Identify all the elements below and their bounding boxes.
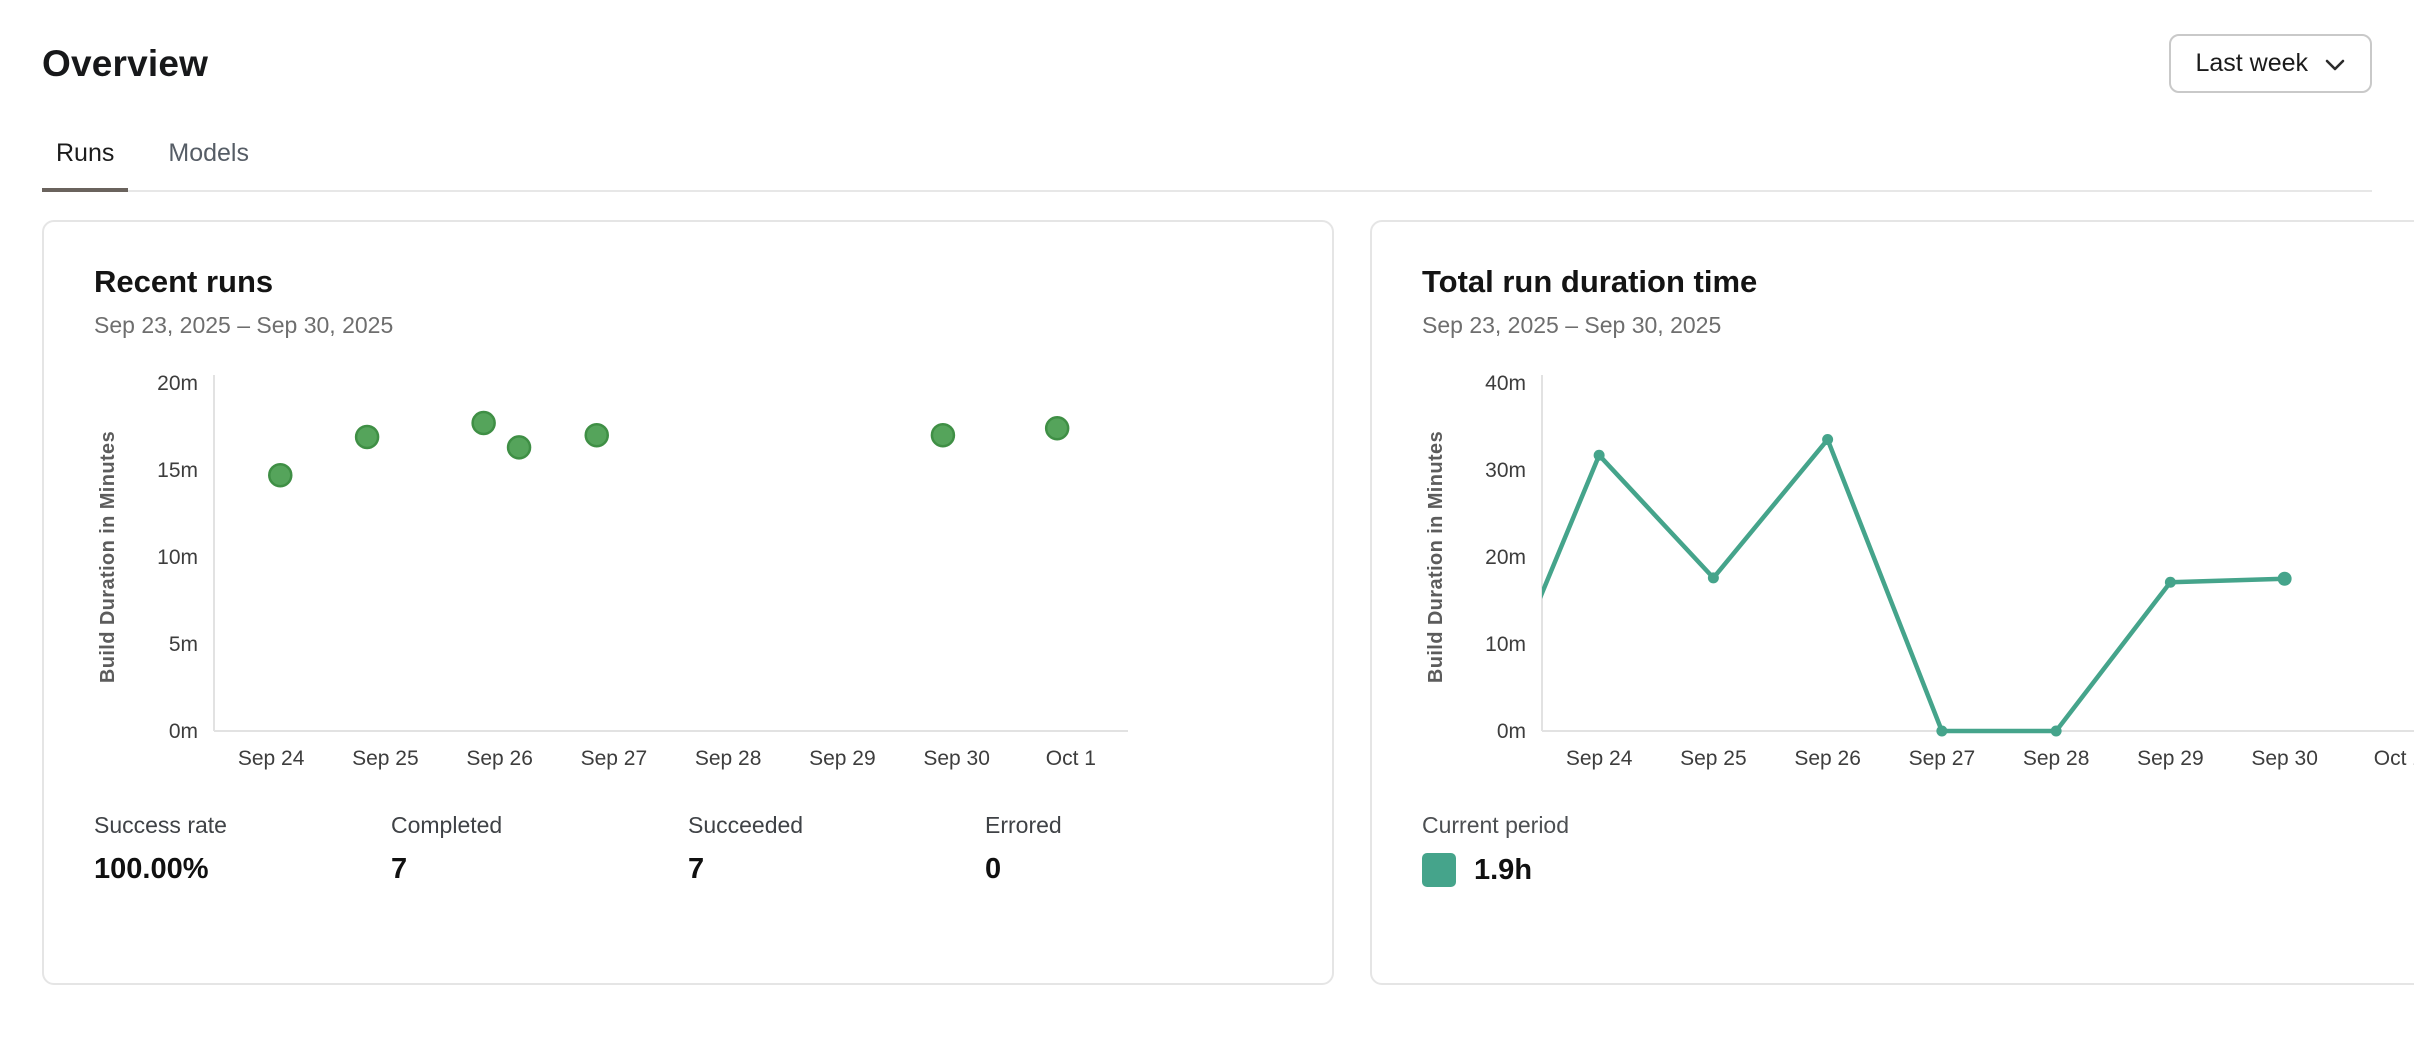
total-run-duration-card: Total run duration time Sep 23, 2025 – S… (1370, 220, 2414, 985)
legend-swatch (1422, 853, 1456, 887)
svg-text:Sep 26: Sep 26 (1794, 747, 1861, 770)
recent-runs-card: Recent runs Sep 23, 2025 – Sep 30, 2025 … (42, 220, 1334, 985)
svg-text:Build Duration in Minutes: Build Duration in Minutes (1425, 431, 1447, 683)
svg-text:0m: 0m (1497, 720, 1526, 743)
svg-text:10m: 10m (157, 546, 198, 569)
stat-succeeded: Succeeded 7 (688, 812, 985, 886)
svg-text:Sep 29: Sep 29 (809, 747, 876, 770)
card-date-range: Sep 23, 2025 – Sep 30, 2025 (1422, 312, 2414, 339)
svg-text:Oct 1: Oct 1 (2374, 747, 2414, 770)
period-selector-label: Last week (2195, 49, 2308, 78)
stat-label: Errored (985, 812, 1282, 839)
stat-label: Success rate (94, 812, 391, 839)
page-title: Overview (42, 43, 208, 85)
cards-row: Recent runs Sep 23, 2025 – Sep 30, 2025 … (42, 220, 2372, 985)
stat-success-rate: Success rate 100.00% (94, 812, 391, 886)
legend-value: 1.9h (1474, 854, 1532, 887)
recent-runs-chart: 0m 5m 10m 15m 20m Build Duration in Minutes Se… (94, 365, 1282, 782)
svg-text:20m: 20m (157, 372, 198, 395)
stat-label: Succeeded (688, 812, 985, 839)
card-title: Total run duration time (1422, 264, 2414, 300)
svg-text:Oct 1: Oct 1 (1046, 747, 1096, 770)
svg-text:Sep 27: Sep 27 (581, 747, 648, 770)
svg-text:Sep 24: Sep 24 (1566, 747, 1633, 770)
svg-text:40m: 40m (1485, 372, 1526, 395)
svg-text:Sep 29: Sep 29 (2137, 747, 2204, 770)
svg-text:5m: 5m (169, 633, 198, 656)
svg-text:30m: 30m (1485, 459, 1526, 482)
svg-text:0m: 0m (169, 720, 198, 743)
stat-completed: Completed 7 (391, 812, 688, 886)
svg-text:Sep 28: Sep 28 (2023, 747, 2090, 770)
tab-bar: Runs Models (42, 139, 2372, 192)
stat-value: 7 (391, 853, 688, 886)
tab-runs[interactable]: Runs (42, 139, 128, 192)
stat-value: 7 (688, 853, 985, 886)
card-title: Recent runs (94, 264, 1282, 300)
page-header: Overview Last week (42, 34, 2372, 93)
legend-row: 1.9h (1422, 853, 2414, 887)
svg-text:Sep 24: Sep 24 (238, 747, 305, 770)
svg-text:Sep 30: Sep 30 (923, 747, 990, 770)
total-run-duration-chart: 0m 10m 20m 30m 40m Build Duration in Minutes S… (1422, 365, 2414, 782)
svg-text:Sep 28: Sep 28 (695, 747, 762, 770)
svg-text:Sep 27: Sep 27 (1909, 747, 1976, 770)
svg-text:10m: 10m (1485, 633, 1526, 656)
svg-text:Sep 30: Sep 30 (2251, 747, 2318, 770)
svg-text:Sep 25: Sep 25 (1680, 747, 1747, 770)
card-date-range: Sep 23, 2025 – Sep 30, 2025 (94, 312, 1282, 339)
svg-text:Build Duration in Minutes: Build Duration in Minutes (97, 431, 119, 683)
tab-models[interactable]: Models (154, 139, 263, 192)
svg-text:20m: 20m (1485, 546, 1526, 569)
stat-errored: Errored 0 (985, 812, 1282, 886)
run-stats: Success rate 100.00% Completed 7 Succeed… (94, 812, 1282, 886)
stat-label: Completed (391, 812, 688, 839)
stat-value: 0 (985, 853, 1282, 886)
period-selector[interactable]: Last week (2169, 34, 2372, 93)
svg-text:Sep 25: Sep 25 (352, 747, 419, 770)
stat-value: 100.00% (94, 853, 391, 886)
chevron-down-icon (2324, 58, 2346, 72)
legend-label: Current period (1422, 812, 2414, 839)
svg-text:Sep 26: Sep 26 (466, 747, 533, 770)
svg-text:15m: 15m (157, 459, 198, 482)
